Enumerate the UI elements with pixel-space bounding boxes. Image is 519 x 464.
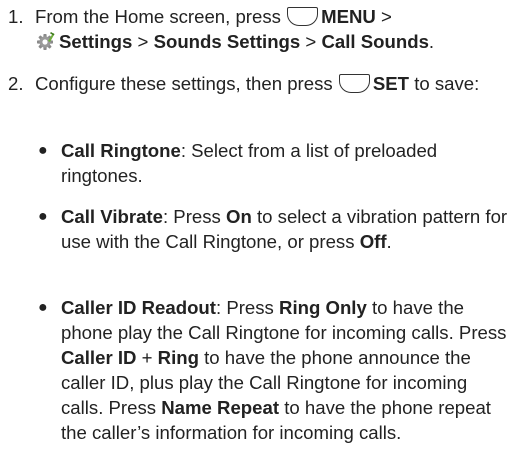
step-1: 1. From the Home screen, press MENU > Se…	[8, 4, 513, 54]
option-off: Off	[359, 231, 387, 252]
list-item-desc: : Press	[162, 206, 226, 227]
list-item-text: Caller ID Readout: Press Ring Only to ha…	[61, 295, 513, 445]
list-item-desc: : Press	[215, 297, 280, 318]
bullet-dot: ●	[38, 299, 48, 316]
option-ring-only: Ring Only	[279, 297, 367, 318]
list-item-desc: .	[386, 231, 392, 252]
step-number: 1.	[8, 6, 24, 27]
step-2-outro: to save:	[409, 73, 480, 94]
sounds-settings-label: Sounds Settings	[153, 31, 301, 52]
list-item-call-vibrate: ● Call Vibrate: Press On to select a vib…	[38, 204, 513, 254]
bullet-dot: ●	[38, 142, 48, 159]
list-item-text: Call Ringtone: Select from a list of pre…	[61, 138, 513, 188]
menu-key-label: MENU	[321, 6, 376, 27]
step-2-intro: Configure these settings, then press	[35, 73, 333, 94]
option-caller-id: Caller ID	[61, 347, 137, 368]
list-item-caller-id-readout: ● Caller ID Readout: Press Ring Only to …	[38, 295, 513, 445]
step-1-end: .	[428, 31, 435, 52]
list-item-title: Call Ringtone	[61, 140, 181, 161]
bullet-dot: ●	[38, 208, 48, 225]
step-1-intro: From the Home screen, press	[35, 6, 281, 27]
list-item-call-ringtone: ● Call Ringtone: Select from a list of p…	[38, 138, 513, 188]
step-number: 2.	[8, 73, 24, 94]
option-on: On	[226, 206, 252, 227]
call-sounds-label: Call Sounds	[321, 31, 429, 52]
settings-label: Settings	[59, 31, 133, 52]
option-ring: Ring	[157, 347, 199, 368]
set-key-label: SET	[372, 73, 410, 94]
step-2: 2. Configure these settings, then press …	[8, 71, 513, 96]
separator: >	[132, 31, 154, 52]
menu-key-icon	[287, 7, 319, 26]
set-key-icon	[338, 74, 370, 93]
list-item-title: Call Vibrate	[61, 206, 163, 227]
separator: >	[375, 6, 392, 27]
option-name-repeat: Name Repeat	[161, 397, 280, 418]
list-item-text: Call Vibrate: Press On to select a vibra…	[61, 204, 513, 254]
step-1-text: From the Home screen, press MENU > Setti…	[35, 4, 513, 54]
list-item-title: Caller ID Readout	[61, 297, 216, 318]
separator: >	[300, 31, 322, 52]
settings-gear-icon	[37, 32, 55, 50]
list-item-desc: +	[136, 347, 158, 368]
step-2-text: Configure these settings, then press SET…	[35, 71, 513, 96]
